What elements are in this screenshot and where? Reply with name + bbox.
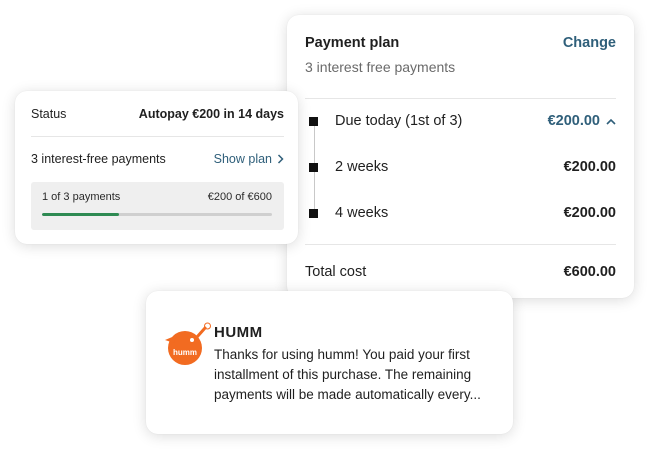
payment-row-4-weeks: 4 weeks €200.00 [309,205,616,221]
payment-row-due-today[interactable]: Due today (1st of 3) €200.00 [309,113,616,129]
notification-title: HUMM [214,324,263,341]
payment-plan-card: Payment plan Change 3 interest free paym… [287,15,634,298]
timeline-square-icon [309,116,318,126]
progress-amount: €200 of €600 [207,191,272,203]
progress-fill [42,213,119,216]
humm-notification-card[interactable]: humm HUMM Thanks for using humm! You pai… [146,291,513,434]
status-value: Autopay €200 in 14 days [138,107,284,121]
payment-label: 2 weeks [335,159,389,175]
payment-label: Due today (1st of 3) [335,113,463,129]
timeline-square-icon [309,162,318,172]
payment-label: 4 weeks [335,205,389,221]
timeline-square-icon [309,208,318,218]
chevron-up-icon[interactable] [606,118,616,125]
progress-label: 1 of 3 payments [42,191,121,203]
status-row: Status Autopay €200 in 14 days [31,107,284,121]
svg-text:humm: humm [173,348,197,357]
payment-row-2-weeks: 2 weeks €200.00 [309,159,616,175]
total-cost-row: Total cost €600.00 [305,264,616,280]
divider [305,98,616,99]
payment-plan-title: Payment plan [305,35,400,51]
notification-body: Thanks for using humm! You paid your fir… [214,347,481,402]
payment-amount: €200.00 [548,113,616,129]
status-card: Status Autopay €200 in 14 days 3 interes… [15,91,298,244]
humm-bird-logo-icon: humm [165,322,211,365]
chevron-right-icon [277,154,284,164]
divider [31,136,284,137]
payment-amount: €200.00 [563,205,616,221]
payments-label: 3 interest-free payments [31,152,166,166]
status-label: Status [31,107,67,121]
progress-track [42,213,272,216]
show-plan-link[interactable]: Show plan [214,152,284,166]
total-cost-label: Total cost [305,264,367,280]
payment-amount: €200.00 [563,159,616,175]
payments-row: 3 interest-free payments Show plan [31,152,284,166]
total-cost-amount: €600.00 [563,264,616,280]
payment-plan-subtitle: 3 interest free payments [305,59,456,75]
divider [305,244,616,245]
change-plan-link[interactable]: Change [563,35,616,51]
payment-progress: 1 of 3 payments €200 of €600 [31,182,284,230]
